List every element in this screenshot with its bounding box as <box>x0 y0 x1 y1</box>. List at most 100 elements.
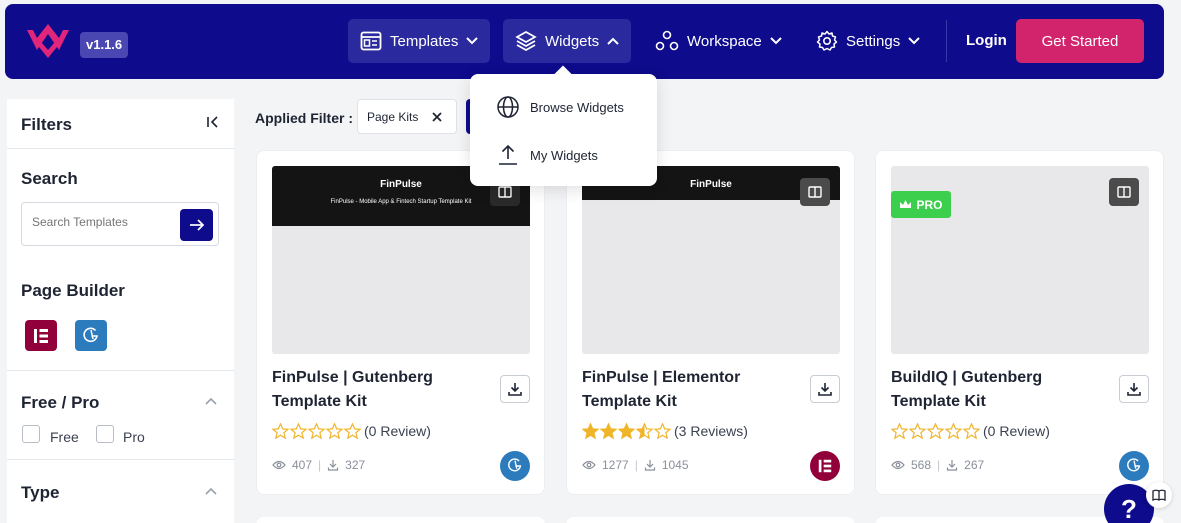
gutenberg-filter-button[interactable] <box>75 320 107 351</box>
gear-icon <box>816 30 838 51</box>
free-checkbox[interactable] <box>22 425 40 443</box>
search-input[interactable] <box>32 215 172 229</box>
workspace-icon <box>655 30 679 51</box>
filter-chip-label: Page Kits <box>367 109 419 124</box>
chevron-up-icon[interactable] <box>205 487 217 495</box>
star-empty-icon <box>909 423 926 439</box>
star-empty-icon <box>308 423 325 439</box>
nav-workspace[interactable]: Workspace <box>643 19 794 63</box>
nav-workspace-label: Workspace <box>687 32 762 50</box>
collapse-sidebar-icon[interactable] <box>206 115 220 129</box>
review-count: (0 Review) <box>364 423 431 439</box>
template-card[interactable]: PRO BuildIQ | Gutenberg Template Kit (0 … <box>875 150 1164 495</box>
filters-sidebar: Filters Search Page Builder Free / Pro F… <box>7 99 234 523</box>
login-link[interactable]: Login <box>966 32 1007 49</box>
get-started-button[interactable]: Get Started <box>1016 19 1144 63</box>
download-button[interactable] <box>500 375 530 403</box>
nav-templates[interactable]: Templates <box>348 19 491 63</box>
stats-separator: | <box>634 458 638 472</box>
book-open-icon <box>498 186 512 198</box>
view-count: 407 <box>292 458 313 472</box>
browse-widgets-label: Browse Widgets <box>530 99 624 115</box>
template-thumbnail[interactable]: FinPulse <box>582 166 840 354</box>
menu-item-browse-widgets[interactable]: Browse Widgets <box>496 95 624 119</box>
filters-title: Filters <box>21 115 73 134</box>
template-card[interactable]: FinPulse FinPulse | Elementor Template K… <box>566 150 855 495</box>
star-filled-icon <box>600 423 617 439</box>
download-icon <box>947 460 958 471</box>
star-empty-icon <box>654 423 671 439</box>
nav-widgets[interactable]: Widgets <box>503 19 632 63</box>
search-title: Search <box>21 169 78 188</box>
logo-icon[interactable] <box>25 24 71 60</box>
top-navigation-bar: v1.1.6 Templates Widgets Workspace Setti… <box>5 4 1164 79</box>
card-title[interactable]: FinPulse | Elementor Template Kit <box>582 366 782 414</box>
book-open-icon <box>808 186 822 198</box>
star-empty-icon <box>344 423 361 439</box>
type-section: Type <box>7 460 234 523</box>
menu-item-my-widgets[interactable]: My Widgets <box>496 143 598 167</box>
star-filled-icon <box>618 423 635 439</box>
my-widgets-label: My Widgets <box>530 147 598 163</box>
preview-button[interactable] <box>1109 178 1139 206</box>
star-empty-icon <box>272 423 289 439</box>
download-icon <box>508 383 522 396</box>
card-title[interactable]: BuildIQ | Gutenberg Template Kit <box>891 366 1091 414</box>
rating-stars: (0 Review) <box>272 423 431 439</box>
nav-settings-label: Settings <box>846 32 901 50</box>
download-count: 267 <box>964 458 985 472</box>
star-empty-icon <box>290 423 307 439</box>
pro-label: PRO <box>916 197 943 212</box>
applied-filter-label: Applied Filter : <box>255 110 353 126</box>
gutenberg-icon <box>83 327 98 342</box>
pro-badge: PRO <box>891 191 951 218</box>
free-label: Free <box>50 429 79 445</box>
preview-button[interactable] <box>800 178 830 206</box>
elementor-icon <box>34 328 48 343</box>
search-section: Search Page Builder <box>7 149 234 371</box>
download-count: 1045 <box>661 458 689 472</box>
template-thumbnail[interactable]: PRO <box>891 166 1149 354</box>
stats-separator: | <box>937 458 941 472</box>
widgets-dropdown-menu: Browse Widgets My Widgets <box>470 74 657 186</box>
stats-separator: | <box>318 458 322 472</box>
template-thumbnail[interactable]: FinPulse FinPulse - Mobile App & Fintech… <box>272 166 530 354</box>
template-card[interactable] <box>566 517 855 523</box>
card-title[interactable]: FinPulse | Gutenberg Template Kit <box>272 366 472 414</box>
rating-stars: (3 Reviews) <box>582 423 748 439</box>
docs-button[interactable] <box>1146 482 1172 508</box>
nav-templates-label: Templates <box>390 32 459 50</box>
search-submit-button[interactable] <box>180 209 213 241</box>
book-open-icon <box>1152 489 1166 501</box>
gutenberg-badge <box>1119 451 1149 481</box>
free-pro-section: Free / Pro Free Pro <box>7 371 234 460</box>
eye-icon <box>891 460 905 470</box>
nav-widgets-label: Widgets <box>545 32 600 50</box>
star-empty-icon <box>927 423 944 439</box>
template-card[interactable] <box>256 517 545 523</box>
filter-chip-page-kits: Page Kits <box>357 99 457 134</box>
review-count: (0 Review) <box>983 423 1050 439</box>
gutenberg-badge <box>500 451 530 481</box>
card-stats: 407 | 327 <box>272 458 365 472</box>
chevron-down-icon <box>908 37 920 45</box>
template-card[interactable]: FinPulse FinPulse - Mobile App & Fintech… <box>256 150 545 495</box>
download-button[interactable] <box>810 375 840 403</box>
filters-header: Filters <box>7 99 234 149</box>
star-empty-icon <box>963 423 980 439</box>
chevron-down-icon <box>770 37 782 45</box>
chevron-up-icon <box>607 37 619 45</box>
star-empty-icon <box>326 423 343 439</box>
download-button[interactable] <box>1119 375 1149 403</box>
star-empty-icon <box>891 423 908 439</box>
pro-checkbox[interactable] <box>96 425 114 443</box>
close-icon[interactable] <box>431 111 443 123</box>
chevron-down-icon <box>466 37 479 45</box>
crown-icon <box>900 200 912 208</box>
chevron-up-icon[interactable] <box>205 397 217 405</box>
layers-icon <box>515 31 537 51</box>
elementor-icon <box>818 459 832 473</box>
nav-settings[interactable]: Settings <box>804 19 932 63</box>
star-filled-icon <box>582 423 599 439</box>
elementor-filter-button[interactable] <box>25 320 57 351</box>
